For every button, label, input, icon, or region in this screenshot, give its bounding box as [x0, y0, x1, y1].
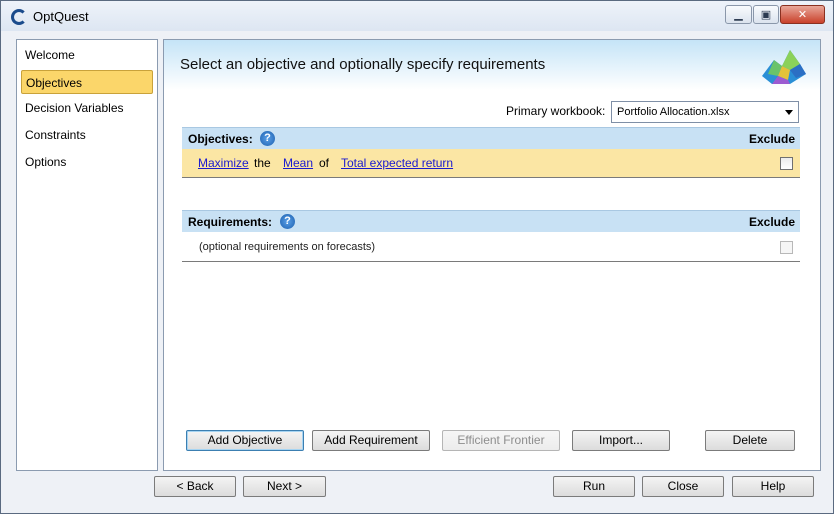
- close-button[interactable]: Close: [642, 476, 724, 497]
- close-icon: ✕: [797, 9, 808, 21]
- nav-item-welcome[interactable]: Welcome: [21, 43, 153, 67]
- nav-panel: Welcome Objectives Decision Variables Co…: [16, 39, 158, 471]
- requirement-exclude-checkbox[interactable]: [780, 241, 793, 254]
- objective-of-text: of: [319, 156, 330, 170]
- objective-exclude-checkbox[interactable]: [780, 157, 793, 170]
- primary-workbook-value: Portfolio Allocation.xlsx: [617, 106, 730, 118]
- window-title: OptQuest: [33, 9, 89, 24]
- objective-the-text: the: [254, 156, 271, 170]
- objective-forecast-link[interactable]: Total expected return: [341, 156, 453, 170]
- objective-row: Maximize the Mean of Total expected retu…: [182, 149, 800, 178]
- minimize-button[interactable]: ▁: [725, 5, 752, 24]
- nav-item-constraints[interactable]: Constraints: [21, 123, 153, 147]
- page-header: Select an objective and optionally speci…: [164, 40, 820, 90]
- requirement-row: (optional requirements on forecasts): [182, 233, 800, 262]
- optquest-window: OptQuest ▁ ▣ ✕ Welcome Objectives Decisi…: [0, 0, 834, 514]
- nav-item-options[interactable]: Options: [21, 150, 153, 174]
- title-bar[interactable]: OptQuest ▁ ▣ ✕: [1, 1, 833, 31]
- minimize-icon: ▁: [734, 9, 743, 21]
- nav-item-decision-variables[interactable]: Decision Variables: [21, 96, 153, 120]
- requirements-placeholder: (optional requirements on forecasts): [199, 241, 376, 253]
- objective-goal-link[interactable]: Maximize: [198, 156, 249, 170]
- objectives-heading: Objectives:: [188, 132, 253, 146]
- help-button[interactable]: Help: [732, 476, 814, 497]
- main-panel: Select an objective and optionally speci…: [163, 39, 821, 471]
- requirements-header: Requirements: ? Exclude: [182, 210, 800, 232]
- close-window-button[interactable]: ✕: [780, 5, 825, 24]
- next-button[interactable]: Next >: [243, 476, 326, 497]
- efficient-frontier-button[interactable]: Efficient Frontier: [442, 430, 560, 451]
- add-objective-button[interactable]: Add Objective: [186, 430, 304, 451]
- optquest-logo-icon: [762, 50, 806, 84]
- add-requirement-button[interactable]: Add Requirement: [312, 430, 430, 451]
- delete-button[interactable]: Delete: [705, 430, 795, 451]
- primary-workbook-label: Primary workbook:: [506, 104, 606, 118]
- objective-statistic-link[interactable]: Mean: [283, 156, 313, 170]
- maximize-icon: ▣: [760, 9, 772, 21]
- primary-workbook-select[interactable]: Portfolio Allocation.xlsx: [611, 101, 799, 123]
- import-button[interactable]: Import...: [572, 430, 670, 451]
- requirements-heading: Requirements:: [188, 215, 273, 229]
- nav-item-objectives[interactable]: Objectives: [21, 70, 153, 94]
- objectives-help-icon[interactable]: ?: [260, 131, 275, 146]
- optquest-app-icon: [11, 9, 27, 25]
- back-button[interactable]: < Back: [154, 476, 236, 497]
- chevron-down-icon: [785, 110, 793, 115]
- requirements-help-icon[interactable]: ?: [280, 214, 295, 229]
- objectives-header: Objectives: ? Exclude: [182, 127, 800, 149]
- page-title: Select an objective and optionally speci…: [180, 56, 546, 73]
- requirements-exclude-label: Exclude: [748, 215, 795, 229]
- maximize-button[interactable]: ▣: [753, 5, 779, 24]
- run-button[interactable]: Run: [553, 476, 635, 497]
- objectives-exclude-label: Exclude: [748, 132, 795, 146]
